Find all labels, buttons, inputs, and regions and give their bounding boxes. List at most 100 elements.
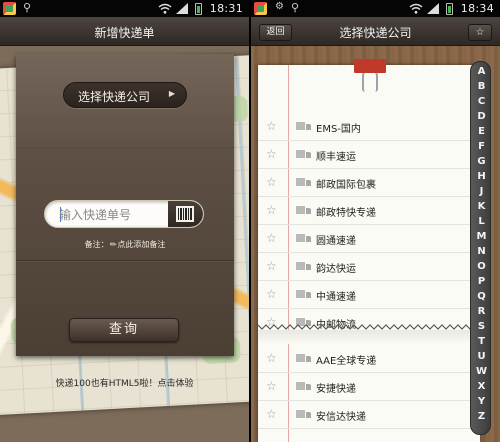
alphabet-index-letter[interactable]: X [471, 381, 492, 392]
truck-icon [296, 262, 311, 272]
page-title: 选择快递公司 [339, 26, 412, 40]
company-list: ☆ EMS-国内 ☆ 顺丰速运 ☆ 邮政国际包裹 ☆ 邮政特快专递 ☆ 圆通速递 ☆ 韵达快运 ☆ 中通速… [258, 65, 480, 442]
company-name: 圆通速递 [316, 236, 356, 247]
alphabet-index-letter[interactable]: H [471, 171, 492, 182]
alphabet-index-letter[interactable]: R [471, 306, 492, 317]
alphabet-index-letter[interactable]: K [471, 201, 492, 212]
alphabet-index-letter[interactable]: L [471, 216, 492, 227]
remark-prefix: 备注： [84, 240, 109, 249]
star-icon[interactable]: ☆ [266, 351, 277, 365]
add-remark-link[interactable]: 点此添加备注 [117, 240, 165, 249]
alphabet-index-letter[interactable]: C [471, 96, 492, 107]
company-name: 顺丰速运 [316, 152, 356, 163]
company-row[interactable]: ☆ 中通速递 [258, 281, 480, 309]
alphabet-index-letter[interactable]: Q [471, 291, 492, 302]
star-icon[interactable]: ☆ [266, 175, 277, 189]
alphabet-index-letter[interactable]: Z [471, 411, 492, 422]
alphabet-index-letter[interactable]: M [471, 231, 492, 242]
company-name: 邮政特快专递 [316, 208, 376, 219]
tracking-number-input[interactable] [59, 206, 163, 223]
choose-company-button[interactable]: 选择快递公司 ▶ [63, 82, 187, 108]
scan-barcode-button[interactable] [168, 201, 203, 227]
alphabet-index-letter[interactable]: F [471, 141, 492, 152]
paper-tear-shadow [258, 330, 480, 344]
settings-notification-icon: ⚙ [275, 1, 284, 12]
status-time: 18:34 [460, 2, 494, 15]
app-icon [254, 2, 267, 15]
company-row[interactable]: ☆ 顺丰速运 [258, 141, 480, 169]
alphabet-index-letter[interactable]: S [471, 321, 492, 332]
alphabet-index-letter[interactable]: A [471, 66, 492, 77]
alphabet-index-letter[interactable]: U [471, 351, 492, 362]
signal-icon [427, 3, 439, 14]
query-button[interactable]: 查询 [69, 318, 179, 342]
signal-icon [176, 3, 188, 14]
company-name: 安捷快递 [316, 384, 356, 395]
star-icon[interactable]: ☆ [266, 407, 277, 421]
company-row[interactable]: ☆ 安信达快递 [258, 401, 480, 429]
company-row[interactable]: ☆ AAE全球专递 [258, 345, 480, 373]
alphabet-index-letter[interactable]: G [471, 156, 492, 167]
company-name: EMS-国内 [316, 124, 361, 135]
screen-new-shipment: ⚲ 18:31 新增快递单 选择快递公司 ▶ 输入快递单号 备注：✎点此添加备注… [0, 0, 249, 442]
status-bar: ⚲ 18:31 [0, 0, 249, 17]
app-icon [3, 2, 16, 15]
company-name: 邮政国际包裹 [316, 180, 376, 191]
truck-icon [296, 206, 311, 216]
company-list-body: ☆ EMS-国内 ☆ 顺丰速运 ☆ 邮政国际包裹 ☆ 邮政特快专递 ☆ 圆通速递 ☆ 韵达快运 ☆ 中通速… [251, 46, 500, 442]
alphabet-index-letter[interactable]: D [471, 111, 492, 122]
alphabet-index-letter[interactable]: B [471, 81, 492, 92]
star-icon[interactable]: ☆ [266, 147, 277, 161]
alphabet-index-letter[interactable]: T [471, 336, 492, 347]
company-row[interactable]: ☆ EMS-国内 [258, 113, 480, 141]
alphabet-index-letter[interactable]: Y [471, 396, 492, 407]
star-icon[interactable]: ☆ [266, 203, 277, 217]
truck-icon [296, 122, 311, 132]
alphabet-index-letter[interactable]: J [471, 186, 492, 197]
wifi-icon [158, 3, 172, 14]
usb-icon: ⚲ [23, 1, 32, 14]
battery-icon [446, 3, 453, 15]
truck-icon [296, 290, 311, 300]
wifi-icon [409, 3, 423, 14]
truck-icon [296, 234, 311, 244]
barcode-icon [176, 206, 194, 222]
status-time: 18:31 [209, 2, 243, 15]
company-row[interactable]: ☆ 圆通速递 [258, 225, 480, 253]
alphabet-index-letter[interactable]: N [471, 246, 492, 257]
truck-icon [296, 382, 311, 392]
chevron-right-icon: ▶ [168, 89, 175, 98]
truck-icon [296, 150, 311, 160]
company-row[interactable]: ☆ 邮政特快专递 [258, 197, 480, 225]
tracking-number-field[interactable] [44, 200, 204, 228]
title-bar: 新增快递单 [0, 17, 249, 46]
star-icon[interactable]: ☆ [266, 119, 277, 133]
company-name: 安信达快递 [316, 412, 366, 423]
alphabet-index-bar[interactable]: ABCDEFGHJKLMNOPQRSTUWXYZ [470, 61, 491, 435]
status-bar: ⚙ ⚲ 18:34 [251, 0, 500, 17]
alphabet-index-letter[interactable]: O [471, 261, 492, 272]
star-icon[interactable]: ☆ [266, 259, 277, 273]
company-row[interactable]: ☆ 韵达快运 [258, 253, 480, 281]
alphabet-index-letter[interactable]: E [471, 126, 492, 137]
truck-icon [296, 178, 311, 188]
alphabet-index-letter[interactable]: P [471, 276, 492, 287]
company-name: AAE全球专递 [316, 356, 377, 367]
favorites-button[interactable]: ☆ [468, 24, 492, 41]
company-row[interactable]: ☆ 邮政国际包裹 [258, 169, 480, 197]
truck-icon [296, 354, 311, 364]
alphabet-index-letter[interactable]: W [471, 366, 492, 377]
star-icon[interactable]: ☆ [266, 231, 277, 245]
screen-choose-company: ⚙ ⚲ 18:34 返回 选择快递公司 ☆ ☆ EMS-国内 ☆ 顺丰速运 ☆ 邮政国际包… [251, 0, 500, 442]
company-row[interactable]: ☆ 安捷快递 [258, 373, 480, 401]
html5-promo-link[interactable]: 快递100也有HTML5啦！点击体验 [0, 376, 249, 389]
star-icon[interactable]: ☆ [266, 379, 277, 393]
star-icon[interactable]: ☆ [266, 287, 277, 301]
binder-clip-icon [354, 59, 386, 93]
choose-company-label: 选择快递公司 [78, 90, 151, 104]
form-envelope: 选择快递公司 ▶ 输入快递单号 备注：✎点此添加备注 查询 [16, 54, 234, 356]
company-name: 韵达快运 [316, 264, 356, 275]
remark-line: 备注：✎点此添加备注 [16, 239, 234, 250]
usb-icon: ⚲ [291, 1, 300, 14]
battery-icon [195, 3, 202, 15]
